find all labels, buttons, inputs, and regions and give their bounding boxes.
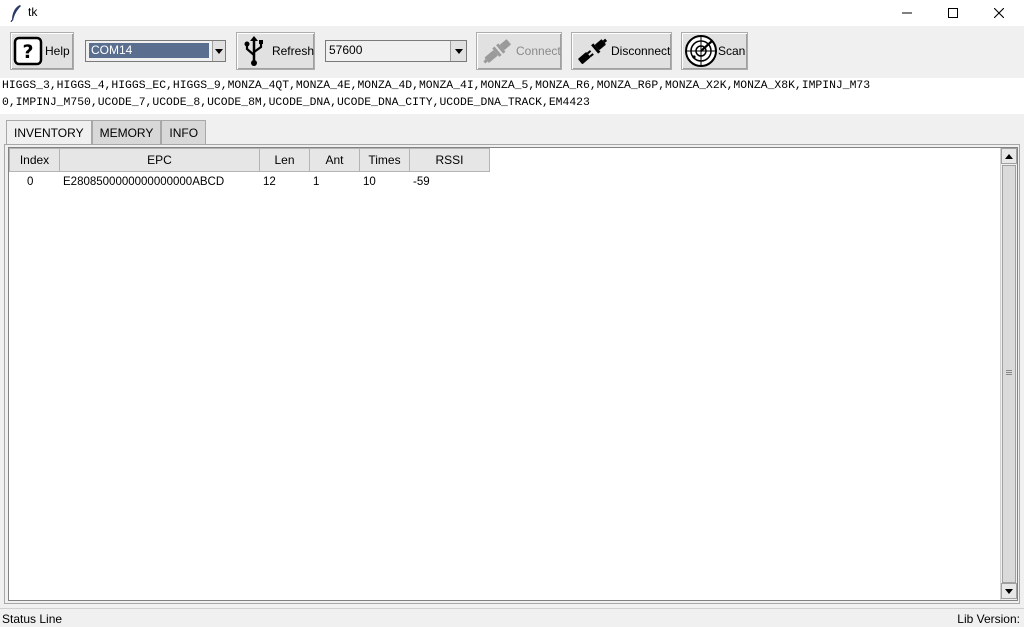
tab-memory[interactable]: MEMORY bbox=[91, 120, 162, 144]
chip-list-line-2: 0,IMPINJ_M750,UCODE_7,UCODE_8,UCODE_8M,U… bbox=[2, 97, 590, 109]
status-line: Status Line bbox=[2, 612, 63, 626]
arrow-up-icon bbox=[1005, 153, 1013, 159]
help-button[interactable]: ? Help bbox=[10, 32, 74, 70]
close-button[interactable] bbox=[976, 0, 1022, 26]
close-icon bbox=[994, 8, 1004, 18]
title-bar: tk bbox=[0, 0, 1024, 26]
toolbar: ? Help COM14 Refresh 57600 Connect Disco… bbox=[0, 28, 1024, 76]
column-header-ant[interactable]: Ant bbox=[309, 148, 360, 172]
refresh-button[interactable]: Refresh bbox=[236, 32, 315, 70]
scroll-up-button[interactable] bbox=[1001, 148, 1017, 164]
scan-button[interactable]: Scan bbox=[681, 32, 748, 70]
help-label: Help bbox=[45, 44, 70, 58]
refresh-label: Refresh bbox=[271, 44, 314, 58]
connect-button[interactable]: Connect bbox=[476, 32, 562, 70]
arrow-down-icon bbox=[1005, 588, 1013, 594]
baud-value: 57600 bbox=[329, 43, 363, 57]
minimize-button[interactable] bbox=[884, 0, 930, 26]
column-header-rssi[interactable]: RSSI bbox=[409, 148, 490, 172]
window-title: tk bbox=[28, 5, 38, 19]
scroll-thumb[interactable] bbox=[1002, 165, 1016, 583]
chip-list-text[interactable]: HIGGS_3,HIGGS_4,HIGGS_EC,HIGGS_9,MONZA_4… bbox=[0, 78, 1024, 114]
tab-info[interactable]: INFO bbox=[161, 120, 207, 144]
scan-label: Scan bbox=[718, 44, 746, 58]
inventory-table[interactable]: Index EPC Len Ant Times RSSI 0 E28085000… bbox=[8, 147, 1018, 601]
status-bar: Status Line Lib Version: bbox=[0, 608, 1024, 627]
maximize-icon bbox=[948, 8, 958, 18]
plug-connect-icon bbox=[483, 39, 511, 64]
port-select[interactable]: COM14 bbox=[85, 40, 226, 62]
cell-times: 10 bbox=[363, 176, 376, 188]
disconnect-label: Disconnect bbox=[611, 44, 671, 58]
chevron-down-icon[interactable] bbox=[450, 41, 466, 61]
column-header-len[interactable]: Len bbox=[259, 148, 310, 172]
svg-text:?: ? bbox=[22, 41, 33, 63]
tab-bar: INVENTORY MEMORY INFO bbox=[6, 120, 207, 145]
maximize-button[interactable] bbox=[930, 0, 976, 26]
cell-len: 12 bbox=[263, 176, 276, 188]
baud-select[interactable]: 57600 bbox=[325, 40, 467, 62]
chip-list-line-1: HIGGS_3,HIGGS_4,HIGGS_EC,HIGGS_9,MONZA_4… bbox=[2, 80, 871, 92]
disconnect-button[interactable]: Disconnect bbox=[571, 32, 672, 70]
column-header-times[interactable]: Times bbox=[359, 148, 410, 172]
lib-version: Lib Version: bbox=[957, 612, 1020, 626]
vertical-scrollbar[interactable] bbox=[1000, 148, 1017, 600]
chevron-down-icon[interactable] bbox=[212, 41, 225, 61]
cell-ant: 1 bbox=[313, 176, 320, 188]
usb-icon bbox=[244, 36, 263, 66]
cell-rssi: -59 bbox=[413, 176, 430, 188]
scroll-down-button[interactable] bbox=[1001, 583, 1017, 599]
cell-epc: E2808500000000000000ABCD bbox=[63, 176, 225, 188]
column-header-index[interactable]: Index bbox=[9, 148, 60, 172]
question-mark-icon: ? bbox=[13, 36, 43, 66]
cell-index: 0 bbox=[27, 176, 34, 188]
radar-icon bbox=[685, 35, 717, 67]
column-header-epc[interactable]: EPC bbox=[59, 148, 260, 172]
plug-disconnect-icon bbox=[578, 38, 608, 64]
feather-icon bbox=[10, 5, 21, 22]
tab-inventory[interactable]: INVENTORY bbox=[6, 120, 92, 145]
port-value: COM14 bbox=[89, 43, 209, 58]
connect-label: Connect bbox=[516, 44, 561, 58]
minimize-icon bbox=[902, 12, 912, 14]
